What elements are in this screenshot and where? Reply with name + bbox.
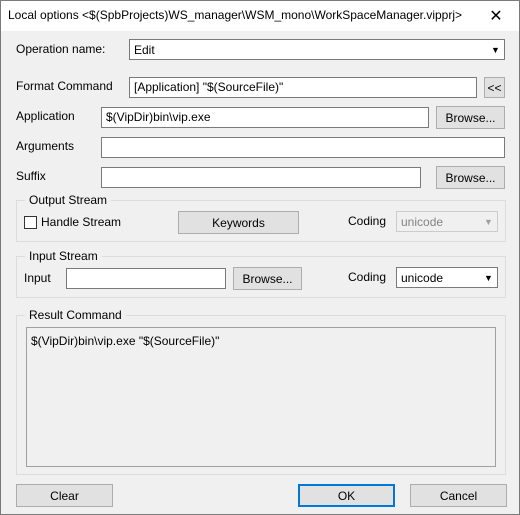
operation-name-value: Edit [134, 43, 155, 57]
ok-button[interactable]: OK [298, 484, 395, 507]
output-stream-group: Output Stream Handle Stream Keywords Cod… [16, 193, 506, 242]
clear-button[interactable]: Clear [16, 484, 113, 507]
input-coding-select[interactable]: unicode ▼ [396, 267, 498, 288]
close-icon[interactable]: ✕ [473, 1, 519, 31]
keywords-button[interactable]: Keywords [178, 211, 299, 234]
result-command-title: Result Command [25, 308, 126, 322]
input-coding-label: Coding [348, 270, 387, 284]
application-input[interactable]: $(VipDir)bin\vip.exe [101, 107, 429, 128]
output-coding-select: unicode ▼ [396, 211, 498, 232]
title-bar: Local options <$(SpbProjects)WS_manager\… [1, 1, 519, 31]
handle-stream-checkbox[interactable] [24, 216, 37, 229]
arguments-label: Arguments [16, 139, 75, 153]
suffix-browse-button[interactable]: Browse... [436, 166, 505, 189]
local-options-dialog: Local options <$(SpbProjects)WS_manager\… [0, 0, 520, 515]
operation-name-select[interactable]: Edit ▼ [129, 39, 505, 60]
arguments-input[interactable] [101, 137, 505, 158]
window-title: Local options <$(SpbProjects)WS_manager\… [8, 8, 462, 22]
chevron-down-icon[interactable]: ▼ [488, 41, 503, 58]
handle-stream-label[interactable]: Handle Stream [41, 215, 121, 229]
suffix-label: Suffix [16, 169, 46, 183]
input-file-input[interactable] [66, 268, 226, 289]
suffix-input[interactable] [101, 167, 421, 188]
application-browse-button[interactable]: Browse... [436, 106, 505, 129]
format-command-input[interactable]: [Application] "$(SourceFile)" [129, 77, 477, 98]
result-command-group: Result Command $(VipDir)bin\vip.exe "$(S… [16, 308, 506, 475]
input-label: Input [24, 271, 51, 285]
result-command-text[interactable]: $(VipDir)bin\vip.exe "$(SourceFile)" [26, 327, 496, 467]
format-command-label: Format Command [16, 79, 113, 93]
output-stream-title: Output Stream [25, 193, 112, 207]
input-browse-button[interactable]: Browse... [233, 267, 302, 290]
insert-format-button[interactable]: << [484, 77, 505, 98]
input-coding-value: unicode [401, 271, 444, 285]
application-label: Application [16, 109, 75, 123]
chevron-down-icon[interactable]: ▼ [481, 269, 496, 286]
operation-name-label: Operation name: [16, 42, 106, 56]
input-stream-title: Input Stream [25, 249, 102, 263]
chevron-down-icon: ▼ [484, 216, 493, 227]
output-coding-label: Coding [348, 214, 387, 228]
input-stream-group: Input Stream Input Browse... Coding unic… [16, 249, 506, 298]
output-coding-value: unicode [401, 215, 444, 229]
cancel-button[interactable]: Cancel [410, 484, 507, 507]
